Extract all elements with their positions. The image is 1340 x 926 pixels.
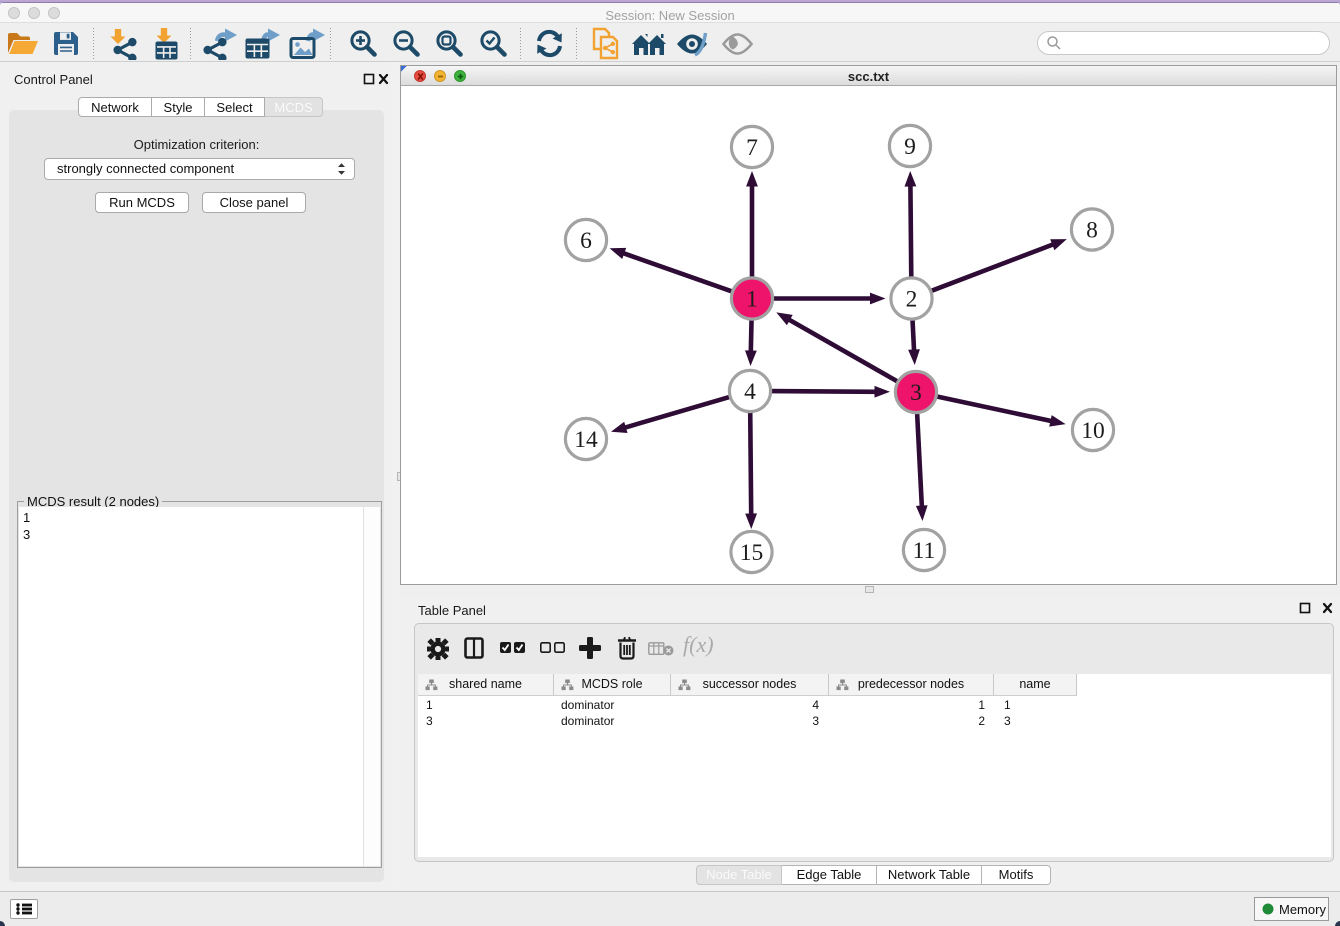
svg-text:9: 9 — [904, 134, 916, 160]
svg-text:7: 7 — [746, 135, 758, 161]
svg-text:4: 4 — [744, 379, 756, 405]
svg-text:8: 8 — [1086, 218, 1098, 244]
svg-text:10: 10 — [1081, 418, 1105, 444]
svg-text:15: 15 — [740, 540, 764, 566]
svg-text:2: 2 — [906, 287, 918, 313]
svg-text:14: 14 — [574, 427, 598, 453]
svg-text:1: 1 — [746, 287, 758, 313]
svg-text:6: 6 — [580, 228, 592, 254]
svg-text:11: 11 — [913, 538, 936, 564]
svg-text:3: 3 — [910, 380, 922, 406]
